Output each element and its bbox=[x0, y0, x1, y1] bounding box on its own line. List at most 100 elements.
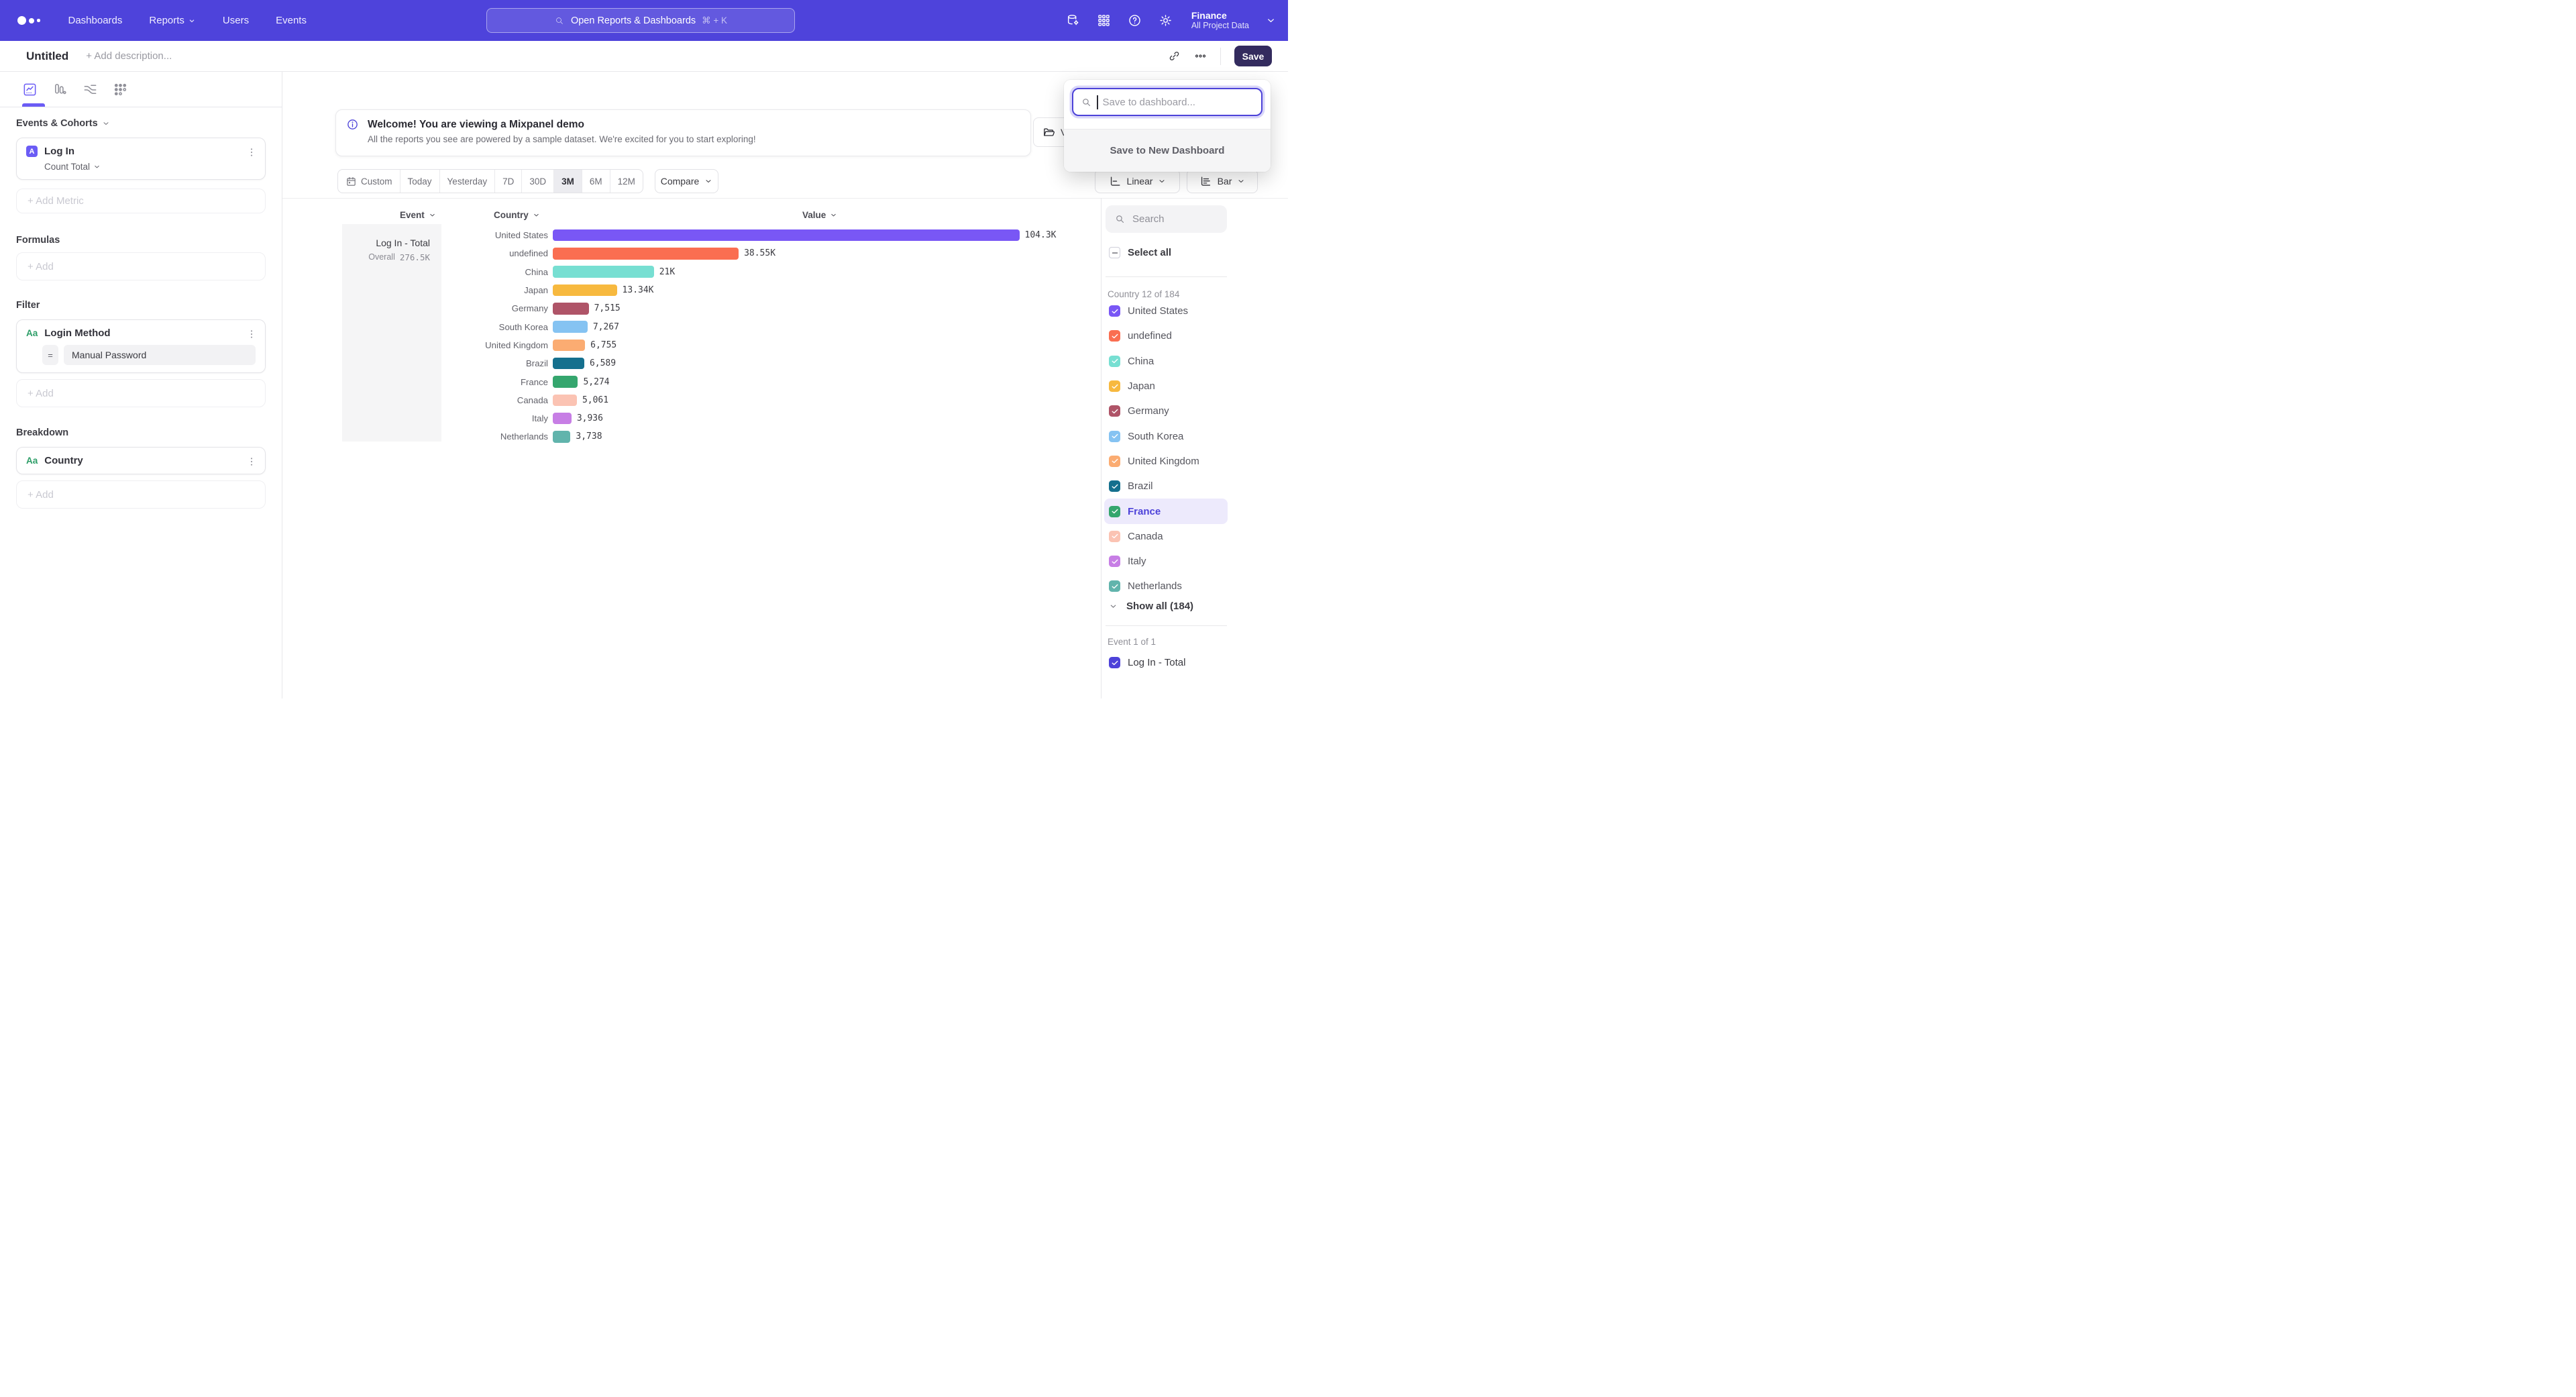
country-checkbox[interactable] bbox=[1109, 480, 1120, 492]
filter-kebab-icon[interactable] bbox=[246, 329, 257, 340]
column-header-country[interactable]: Country bbox=[494, 210, 540, 220]
save-button[interactable]: Save bbox=[1234, 46, 1272, 66]
compare-button[interactable]: Compare bbox=[655, 169, 718, 193]
country-checkbox[interactable] bbox=[1109, 405, 1120, 417]
select-all-checkbox[interactable] bbox=[1109, 247, 1120, 258]
global-search[interactable]: Open Reports & Dashboards ⌘ + K bbox=[486, 8, 795, 33]
date-range-option[interactable]: Today bbox=[400, 170, 440, 193]
chevron-down-icon bbox=[188, 17, 196, 25]
select-all-row[interactable]: Select all bbox=[1109, 247, 1171, 258]
add-metric-button[interactable]: + Add Metric bbox=[16, 189, 266, 213]
copy-link-icon[interactable] bbox=[1168, 50, 1181, 62]
country-checkbox[interactable] bbox=[1109, 531, 1120, 542]
divider bbox=[282, 198, 1288, 199]
country-checkbox[interactable] bbox=[1109, 431, 1120, 442]
add-filter-button[interactable]: + Add bbox=[16, 379, 266, 407]
apps-grid-icon[interactable] bbox=[1097, 13, 1111, 28]
date-range-option[interactable]: 3M bbox=[554, 170, 582, 193]
bar[interactable] bbox=[553, 266, 654, 278]
filter-value[interactable]: Manual Password bbox=[64, 345, 256, 365]
legend-country-row[interactable]: Italy bbox=[1104, 549, 1228, 574]
bar[interactable] bbox=[553, 340, 586, 352]
nav-item[interactable]: Users bbox=[223, 15, 249, 26]
column-header-value[interactable]: Value bbox=[802, 210, 837, 220]
breakdown-card-country[interactable]: Aa Country bbox=[16, 447, 266, 474]
country-checkbox[interactable] bbox=[1109, 356, 1120, 367]
legend-country-row[interactable]: South Korea bbox=[1104, 423, 1228, 448]
save-to-new-dashboard-button[interactable]: Save to New Dashboard bbox=[1064, 129, 1271, 172]
more-options-icon[interactable] bbox=[1194, 50, 1207, 62]
add-formula-button[interactable]: + Add bbox=[16, 252, 266, 280]
data-management-icon[interactable] bbox=[1066, 13, 1080, 28]
report-title[interactable]: Untitled bbox=[26, 50, 68, 63]
legend-search-input[interactable]: Search bbox=[1106, 205, 1227, 233]
settings-gear-icon[interactable] bbox=[1159, 13, 1173, 28]
scale-selector-button[interactable]: Linear bbox=[1095, 169, 1180, 193]
date-range-option[interactable]: Yesterday bbox=[440, 170, 496, 193]
filter-card-login-method[interactable]: Aa Login Method = Manual Password bbox=[16, 319, 266, 373]
country-checkbox[interactable] bbox=[1109, 305, 1120, 317]
nav-item[interactable]: Dashboards bbox=[68, 15, 123, 26]
show-all-button[interactable]: Show all (184) bbox=[1109, 601, 1193, 612]
nav-item[interactable]: Events bbox=[276, 15, 307, 26]
global-search-label: Open Reports & Dashboards bbox=[571, 15, 696, 26]
tab-flows-icon[interactable] bbox=[83, 82, 98, 97]
date-range-option[interactable]: Custom bbox=[338, 170, 400, 193]
legend-country-row[interactable]: Canada bbox=[1104, 524, 1228, 549]
column-header-event[interactable]: Event bbox=[400, 210, 436, 220]
date-range-option[interactable]: 7D bbox=[495, 170, 522, 193]
mixpanel-logo-icon[interactable] bbox=[17, 16, 40, 25]
country-checkbox[interactable] bbox=[1109, 380, 1120, 392]
tab-insights-icon[interactable] bbox=[22, 82, 38, 97]
aggregation-selector[interactable]: Count Total bbox=[44, 162, 256, 172]
legend-country-row[interactable]: Netherlands bbox=[1104, 574, 1228, 599]
country-checkbox[interactable] bbox=[1109, 330, 1120, 342]
legend-country-row[interactable]: Japan bbox=[1104, 374, 1228, 399]
breakdown-header: Breakdown bbox=[16, 427, 266, 438]
events-cohorts-header[interactable]: Events & Cohorts bbox=[16, 118, 266, 129]
legend-event-row[interactable]: Log In - Total bbox=[1109, 657, 1185, 668]
event-checkbox[interactable] bbox=[1109, 657, 1120, 668]
tab-funnels-icon[interactable] bbox=[52, 82, 68, 97]
legend-country-row[interactable]: China bbox=[1104, 349, 1228, 374]
metric-kebab-icon[interactable] bbox=[246, 147, 257, 158]
country-checkbox[interactable] bbox=[1109, 506, 1120, 517]
chart-type-button[interactable]: Bar bbox=[1187, 169, 1258, 193]
legend-country-row[interactable]: Germany bbox=[1104, 399, 1228, 423]
project-chevron-icon[interactable] bbox=[1266, 15, 1276, 25]
filter-operator[interactable]: = bbox=[42, 345, 58, 365]
bar[interactable] bbox=[553, 303, 589, 315]
nav-item[interactable]: Reports bbox=[149, 15, 196, 26]
country-checkbox[interactable] bbox=[1109, 580, 1120, 592]
help-icon[interactable] bbox=[1128, 13, 1142, 28]
add-breakdown-button[interactable]: + Add bbox=[16, 480, 266, 509]
query-builder-sidebar: Events & Cohorts A Log In Count Total + … bbox=[0, 72, 282, 698]
legend-country-row[interactable]: United Kingdom bbox=[1104, 449, 1228, 474]
bar[interactable] bbox=[553, 229, 1020, 242]
bar[interactable] bbox=[553, 376, 578, 388]
save-to-dashboard-input[interactable]: Save to dashboard... bbox=[1072, 88, 1263, 116]
project-switcher[interactable]: Finance All Project Data bbox=[1191, 10, 1249, 30]
date-range-option[interactable]: 30D bbox=[522, 170, 554, 193]
country-checkbox[interactable] bbox=[1109, 556, 1120, 567]
bar[interactable] bbox=[553, 395, 577, 407]
legend-country-row[interactable]: United States bbox=[1104, 299, 1228, 323]
date-range-option[interactable]: 12M bbox=[610, 170, 643, 193]
bar[interactable] bbox=[553, 248, 739, 260]
breakdown-kebab-icon[interactable] bbox=[246, 456, 257, 467]
bar[interactable] bbox=[553, 431, 571, 443]
bar-chart-row: Japan 13.34K bbox=[443, 281, 1057, 299]
bar[interactable] bbox=[553, 358, 584, 370]
legend-country-row[interactable]: France bbox=[1104, 499, 1228, 523]
legend-country-row[interactable]: Brazil bbox=[1104, 474, 1228, 499]
tab-retention-icon[interactable] bbox=[113, 82, 128, 97]
bar[interactable] bbox=[553, 321, 588, 333]
date-range-option[interactable]: 6M bbox=[582, 170, 610, 193]
check-icon bbox=[1111, 532, 1119, 540]
metric-card-log-in[interactable]: A Log In Count Total bbox=[16, 138, 266, 180]
bar[interactable] bbox=[553, 413, 572, 425]
add-description[interactable]: + Add description... bbox=[86, 50, 172, 62]
legend-country-row[interactable]: undefined bbox=[1104, 323, 1228, 348]
bar[interactable] bbox=[553, 284, 617, 297]
country-checkbox[interactable] bbox=[1109, 456, 1120, 467]
